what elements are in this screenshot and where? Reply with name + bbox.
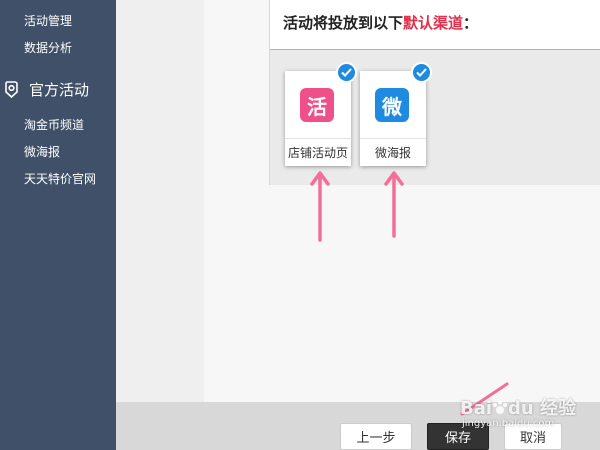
sidebar-section-official-activity[interactable]: 官方活动 bbox=[4, 78, 89, 100]
micro-poster-app-icon: 微 bbox=[375, 88, 409, 122]
sidebar-item-micro-poster[interactable]: 微海报 bbox=[24, 143, 60, 160]
checkmark-icon[interactable] bbox=[336, 62, 357, 83]
check-glyph-icon bbox=[341, 68, 352, 77]
sidebar-item-data-analysis[interactable]: 数据分析 bbox=[24, 39, 72, 56]
watermark-brand: Bai bbox=[460, 398, 493, 419]
watermark-url: jingyan.baidu.com bbox=[462, 418, 555, 429]
channel-card-micro-poster[interactable]: 微 微海报 bbox=[360, 71, 426, 166]
check-glyph-icon bbox=[416, 68, 427, 77]
watermark-logo: Bai du 经验 jingyan.baidu.com bbox=[460, 394, 600, 434]
channel-label: 店铺活动页 bbox=[287, 146, 348, 160]
dialog-title: 活动将投放到以下默认渠道： bbox=[283, 12, 478, 33]
arrow-up-icon bbox=[310, 171, 330, 242]
title-prefix: 活动将投放到以下 bbox=[283, 14, 404, 32]
prev-step-button[interactable]: 上一步 bbox=[340, 423, 412, 450]
sidebar: 活动管理 数据分析 官方活动 淘金币频道 微海报 天天特价官网 bbox=[0, 0, 116, 450]
sidebar-item-activity-management[interactable]: 活动管理 bbox=[24, 12, 72, 29]
sidebar-item-taojinbi[interactable]: 淘金币频道 bbox=[24, 116, 84, 133]
card-divider bbox=[360, 138, 426, 139]
watermark-brand-suffix: du bbox=[508, 398, 534, 419]
sidebar-item-tiantian-tejia[interactable]: 天天特价官网 bbox=[24, 170, 96, 187]
title-suffix: ： bbox=[463, 14, 479, 32]
arrow-up-icon bbox=[384, 171, 404, 238]
tag-icon bbox=[5, 81, 18, 98]
dialog-header: 活动将投放到以下默认渠道： bbox=[270, 0, 600, 50]
sidebar-section-label: 官方活动 bbox=[29, 80, 90, 99]
paw-icon bbox=[493, 400, 508, 414]
card-divider bbox=[285, 138, 351, 139]
channel-card-shop-activity-page[interactable]: 活 店铺活动页 bbox=[285, 71, 351, 166]
watermark-label: 经验 bbox=[540, 398, 577, 419]
channel-label: 微海报 bbox=[374, 146, 411, 160]
checkmark-icon[interactable] bbox=[411, 62, 432, 83]
title-highlight: 默认渠道 bbox=[403, 14, 464, 32]
shop-activity-app-icon: 活 bbox=[300, 88, 334, 122]
